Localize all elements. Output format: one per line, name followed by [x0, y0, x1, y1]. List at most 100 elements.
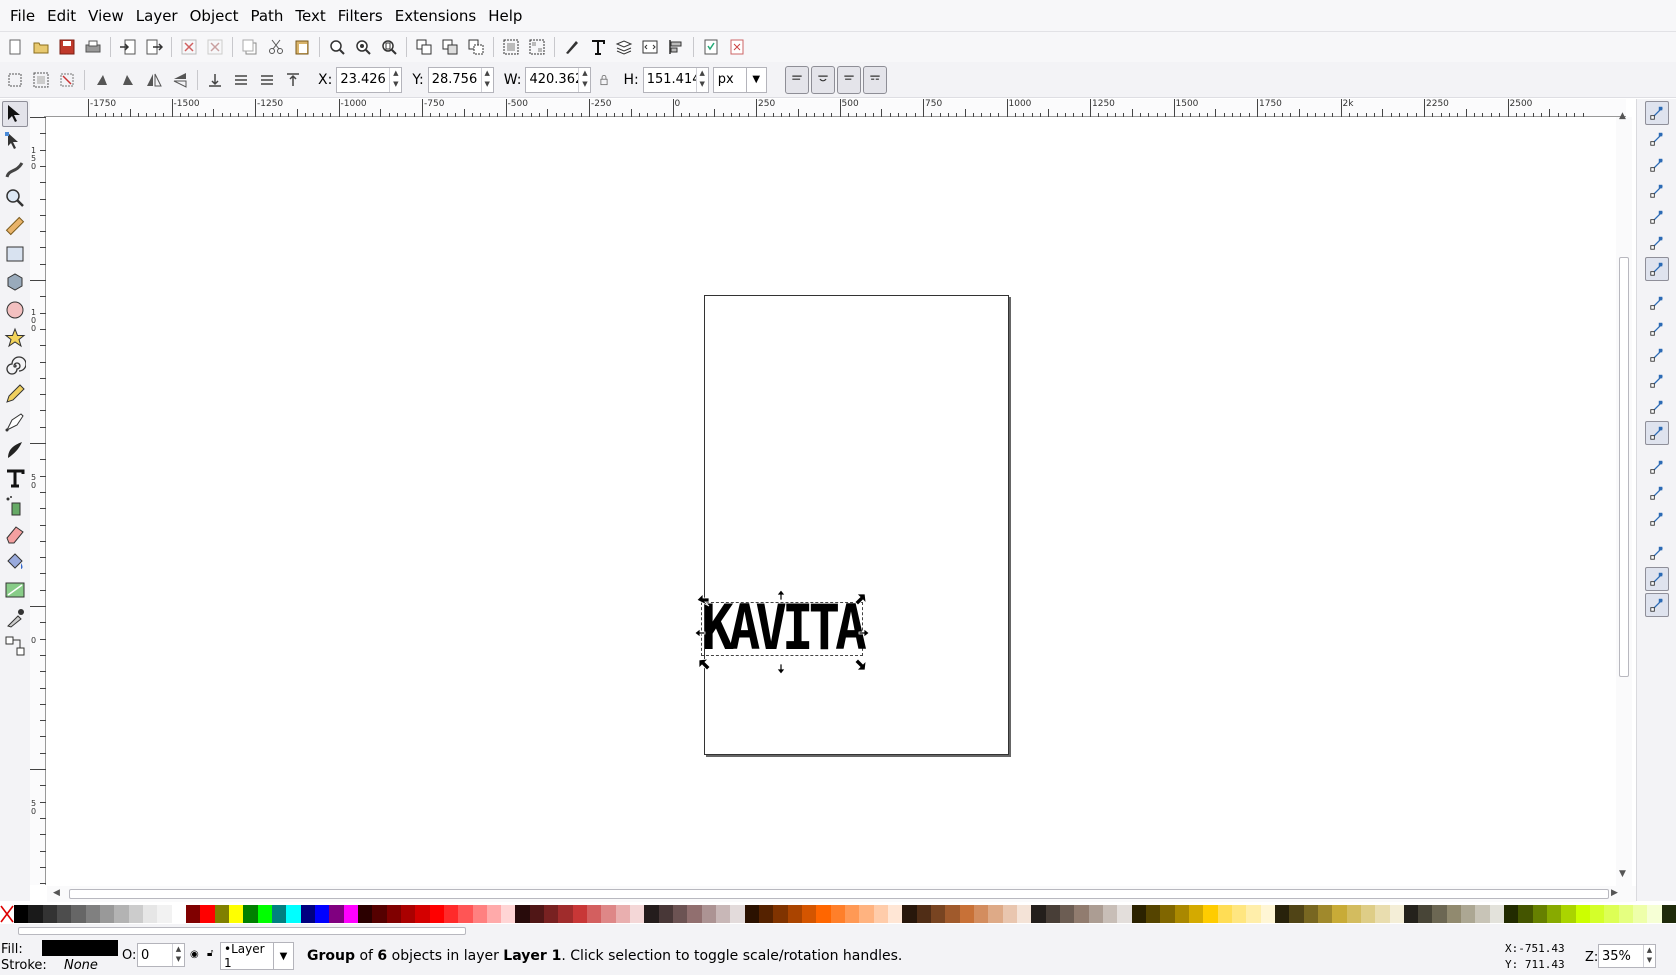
palette-swatch[interactable]	[1389, 905, 1404, 923]
opacity-stepper[interactable]: ▲ ▼	[172, 944, 184, 966]
snap-grid-icon[interactable]	[1644, 567, 1669, 591]
group-icon[interactable]	[500, 36, 522, 58]
eraser-tool-icon[interactable]	[2, 521, 28, 547]
palette-swatch[interactable]	[1461, 905, 1476, 923]
snap-bbox-corner-icon[interactable]	[1645, 179, 1669, 203]
zoom-input[interactable]	[1599, 945, 1643, 967]
palette-swatch[interactable]	[14, 905, 29, 923]
palette-swatch[interactable]	[830, 905, 846, 923]
drawing-canvas[interactable]: KAVITA	[47, 118, 1616, 884]
snap-others-icon[interactable]	[1644, 421, 1669, 445]
w-stepper[interactable]: ▲ ▼	[578, 67, 590, 92]
palette-swatch[interactable]	[1088, 905, 1103, 923]
dropper-tool-icon[interactable]	[2, 605, 28, 631]
snap-text-baseline-icon[interactable]	[1645, 507, 1669, 531]
palette-swatch[interactable]	[185, 905, 201, 923]
chevron-down-icon[interactable]: ▼	[745, 67, 766, 92]
palette-swatch[interactable]	[228, 905, 244, 923]
palette-swatch[interactable]	[243, 905, 258, 923]
snap-object-center-icon[interactable]	[1645, 455, 1669, 479]
snap-path-icon[interactable]	[1645, 291, 1669, 315]
deselect-icon[interactable]	[56, 69, 78, 91]
palette-swatch[interactable]	[601, 905, 616, 923]
palette-swatch[interactable]	[1475, 905, 1490, 923]
palette-swatch[interactable]	[1575, 905, 1591, 923]
opacity-input[interactable]	[138, 944, 172, 966]
menu-edit[interactable]: Edit	[41, 7, 82, 25]
palette-swatch[interactable]	[1016, 905, 1032, 923]
palette-swatch[interactable]	[1403, 905, 1419, 923]
menu-help[interactable]: Help	[482, 7, 528, 25]
palette-swatch[interactable]	[1661, 905, 1676, 923]
palette-swatch[interactable]	[716, 905, 731, 923]
snap-smooth-icon[interactable]	[1645, 369, 1669, 393]
palette-swatch[interactable]	[558, 905, 573, 923]
connector-tool-icon[interactable]	[2, 633, 28, 659]
palette-swatch[interactable]	[888, 905, 903, 923]
palette-swatch[interactable]	[329, 905, 344, 923]
palette-swatch[interactable]	[744, 905, 760, 923]
w-input[interactable]	[526, 67, 579, 92]
scale-corners-toggle-icon[interactable]	[810, 65, 835, 94]
menu-object[interactable]: Object	[184, 7, 245, 25]
scale-handles[interactable]	[687, 588, 887, 678]
scale-stroke-toggle-icon[interactable]	[784, 65, 809, 94]
scale-patterns-toggle-icon[interactable]	[862, 65, 887, 94]
palette-swatch[interactable]	[644, 905, 659, 923]
current-layer-select[interactable]: •Layer 1 ▼	[220, 942, 294, 970]
stroke-value[interactable]: None	[64, 958, 98, 973]
palette-swatch[interactable]	[1647, 905, 1662, 923]
zoom-spinbox[interactable]: ▲▼	[1598, 944, 1656, 968]
palette-swatch[interactable]	[916, 905, 931, 923]
scroll-down-arrow-icon[interactable]: ▼	[1619, 869, 1626, 879]
redo-icon[interactable]	[204, 36, 226, 58]
h-spinbox[interactable]: ▲▼	[642, 66, 709, 93]
new-icon[interactable]	[4, 36, 26, 58]
xml-editor-icon[interactable]	[639, 36, 661, 58]
palette-swatch[interactable]	[1432, 905, 1447, 923]
snap-cusp-icon[interactable]	[1645, 343, 1669, 367]
palette-swatch[interactable]	[1246, 905, 1261, 923]
flip-vertical-icon[interactable]	[169, 69, 191, 91]
palette-swatch[interactable]	[673, 905, 688, 923]
palette-swatch[interactable]	[1303, 905, 1318, 923]
snap-bbox-midpoint-icon[interactable]	[1645, 205, 1669, 229]
palette-swatch[interactable]	[157, 905, 172, 923]
vertical-scrollbar[interactable]: ▲ ▼	[1616, 111, 1632, 886]
palette-swatch[interactable]	[873, 905, 889, 923]
text-tool-icon[interactable]	[2, 465, 28, 491]
zoom-selection-icon[interactable]	[326, 36, 348, 58]
palette-swatch[interactable]	[28, 905, 43, 923]
palette-swatch[interactable]	[859, 905, 874, 923]
palette-swatch[interactable]	[1504, 905, 1519, 923]
palette-swatch[interactable]	[687, 905, 702, 923]
palette-swatch[interactable]	[443, 905, 459, 923]
palette-swatch[interactable]	[1289, 905, 1304, 923]
scale-gradients-toggle-icon[interactable]	[836, 65, 861, 94]
palette-swatch[interactable]	[128, 905, 143, 923]
palette-swatch[interactable]	[945, 905, 960, 923]
palette-swatch[interactable]	[1203, 905, 1218, 923]
scroll-left-arrow-icon[interactable]: ◀	[53, 888, 60, 898]
palette-swatch[interactable]	[1561, 905, 1576, 923]
palette-swatch[interactable]	[701, 905, 717, 923]
palette-swatch[interactable]	[458, 905, 473, 923]
scroll-right-arrow-icon[interactable]: ▶	[1611, 888, 1618, 898]
select-all-icon[interactable]	[4, 69, 26, 91]
pencil-tool-icon[interactable]	[2, 381, 28, 407]
palette-swatch[interactable]	[973, 905, 989, 923]
palette-scroll-thumb[interactable]	[18, 927, 466, 935]
text-font-icon[interactable]	[587, 36, 609, 58]
pen-tool-icon[interactable]	[2, 409, 28, 435]
spiral-tool-icon[interactable]	[2, 353, 28, 379]
palette-swatch[interactable]	[988, 905, 1003, 923]
no-paint-swatch[interactable]	[0, 905, 14, 923]
palette-swatch[interactable]	[587, 905, 602, 923]
snap-enable-icon[interactable]	[1644, 101, 1669, 125]
palette-swatch[interactable]	[816, 905, 831, 923]
raise-to-top-icon[interactable]	[282, 69, 304, 91]
palette-swatch[interactable]	[730, 905, 745, 923]
palette-swatch[interactable]	[515, 905, 530, 923]
copy-icon[interactable]	[239, 36, 261, 58]
horizontal-scroll-thumb[interactable]	[69, 889, 1609, 899]
